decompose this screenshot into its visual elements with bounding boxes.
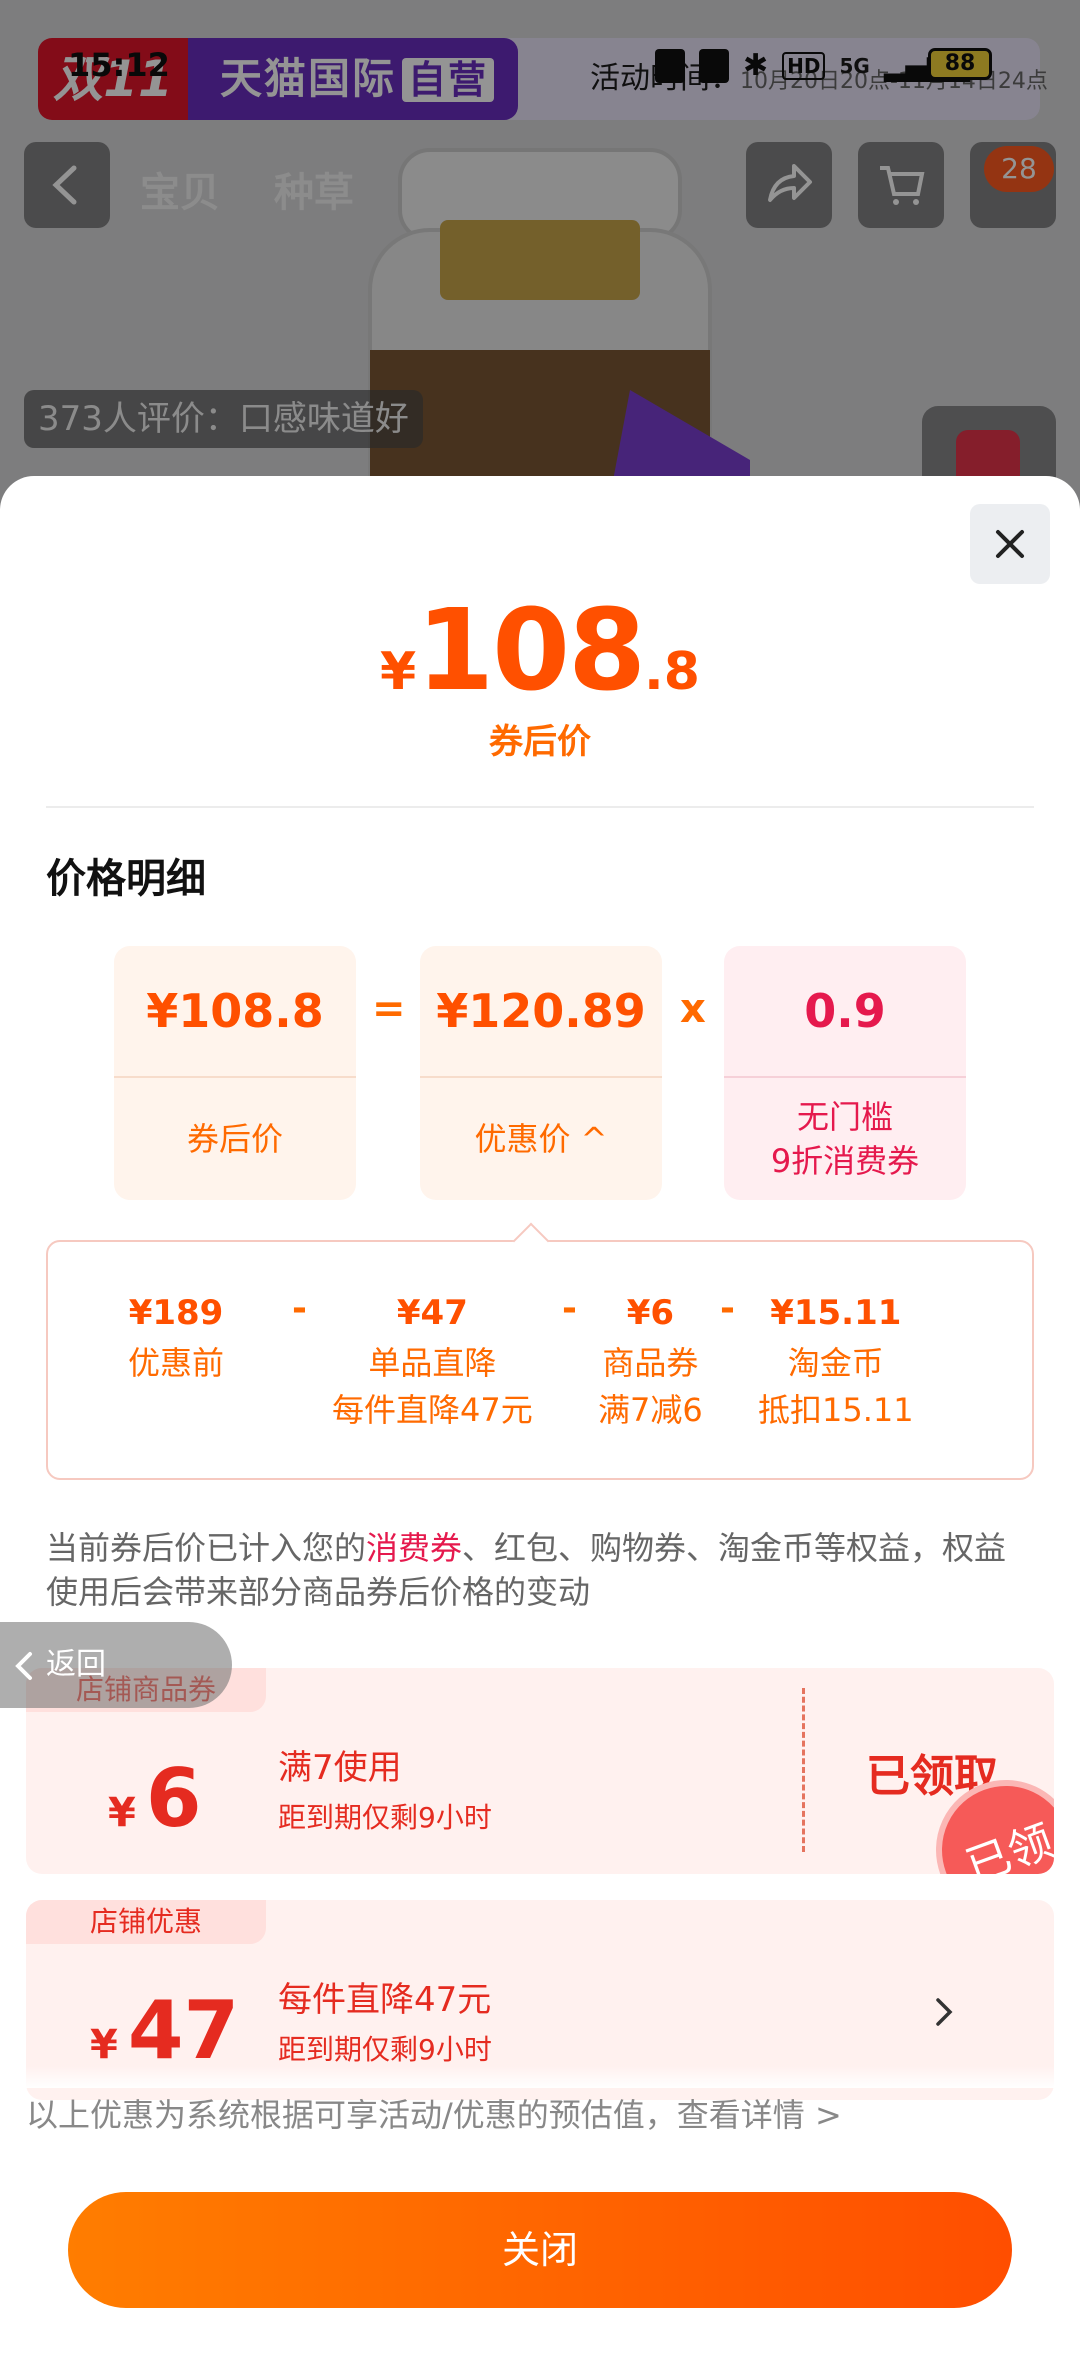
breakdown-item: ¥6 商品券 满7减6: [598, 1293, 703, 1429]
breakdown-item: ¥47 单品直降 每件直降47元: [332, 1293, 533, 1429]
calc-value: ¥120.89: [436, 984, 646, 1038]
price-notice: 当前券后价已计入您的消费券、红包、购物券、淘金币等权益，权益使用后会带来部分商品…: [46, 1529, 1007, 1611]
minus-sign: -: [562, 1288, 577, 1329]
divider: [46, 806, 1034, 808]
minus-sign: -: [720, 1288, 735, 1329]
coupon-amount: ¥6: [108, 1752, 202, 1845]
close-button[interactable]: 关闭: [68, 2192, 1012, 2308]
calc-label: 券后价: [186, 1120, 283, 1158]
calc-card-discount[interactable]: ¥120.89 优惠价 ^: [420, 946, 662, 1200]
equals-sign: =: [372, 986, 406, 1032]
coupon-link[interactable]: 消费券: [366, 1529, 462, 1567]
back-label: 返回: [46, 1647, 106, 1682]
breakdown-item: ¥189 优惠前: [128, 1293, 225, 1382]
calc-label: 优惠价 ^: [474, 1120, 608, 1158]
coupon-expiry: 距到期仅剩9小时: [278, 2033, 492, 2066]
final-price-label: 券后价: [489, 722, 591, 762]
product-background: 双11 天猫国际自营 活动时间：10月20日20点-11月14日24点 15:1…: [0, 0, 1080, 520]
coupon-tag: 店铺优惠: [26, 1900, 266, 1944]
section-title: 价格明细: [46, 856, 206, 902]
final-price: ¥108.8: [380, 586, 700, 716]
close-icon[interactable]: [970, 504, 1050, 584]
calc-label: 无门槛 9折消费券: [770, 1098, 920, 1180]
price-detail-sheet: ¥108.8 券后价 价格明细 ¥108.8 券后价 = ¥120.89 优惠价…: [0, 476, 1080, 2376]
calc-value: ¥108.8: [146, 984, 324, 1038]
minus-sign: -: [292, 1288, 307, 1329]
coupon-expiry: 距到期仅剩9小时: [278, 1801, 492, 1834]
floating-back-button[interactable]: 返回: [0, 1622, 232, 1708]
coupon-title: 满7使用: [278, 1748, 402, 1788]
chevron-right-icon[interactable]: [926, 1992, 962, 2032]
multiply-sign: x: [680, 986, 706, 1032]
overlay-dim[interactable]: [0, 0, 1080, 520]
estimate-footnote[interactable]: 以上优惠为系统根据可享活动/优惠的预估值，查看详情 >: [26, 2090, 842, 2136]
coupon-amount: ¥47: [90, 1984, 240, 2077]
coupon-title: 每件直降47元: [278, 1980, 492, 2020]
calc-card-final: ¥108.8 券后价: [114, 946, 356, 1200]
calc-value: 0.9: [804, 984, 886, 1038]
breakdown-item: ¥15.11 淘金币 抵扣15.11: [758, 1293, 914, 1429]
discount-breakdown: ¥189 优惠前 - ¥47 单品直降 每件直降47元 - ¥6 商品券 满7减…: [46, 1222, 1034, 1480]
chevron-left-icon: [15, 1652, 32, 1680]
calc-card-coupon: 0.9 无门槛 9折消费券: [724, 946, 966, 1200]
